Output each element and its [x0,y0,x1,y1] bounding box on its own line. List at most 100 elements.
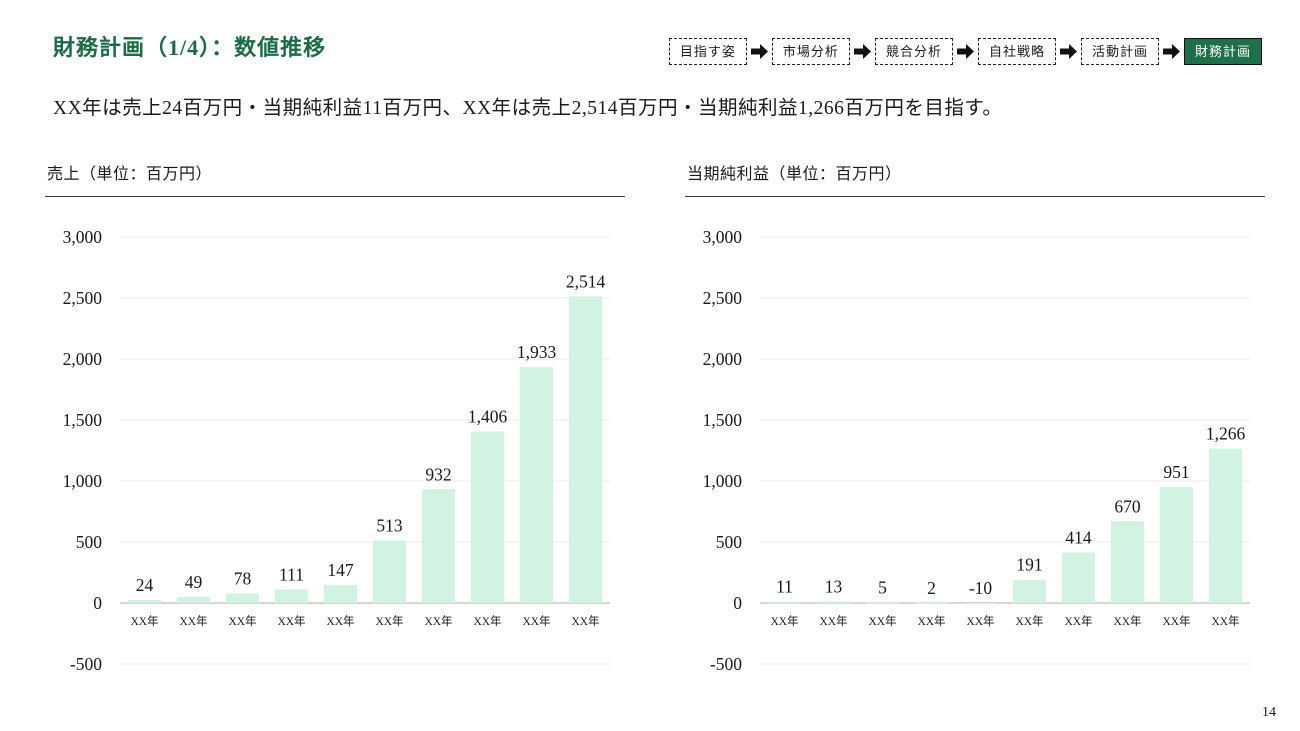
bar-value-label: 13 [825,576,843,596]
bar [422,489,455,603]
x-tick-label: XX年 [571,614,599,628]
bar [275,589,308,603]
x-tick-label: XX年 [1211,614,1239,628]
subtitle: XX年は売上24百万円・当期純利益11百万円、XX年は売上2,514百万円・当期… [53,91,1300,120]
net-profit-chart-title: 当期純利益（単位：百万円） [685,160,1265,197]
page-title: 財務計画（1/4）：数値推移 [53,34,326,63]
page-number: 14 [1262,705,1276,721]
bar-value-label: 932 [425,464,451,484]
x-tick-label: XX年 [130,614,158,628]
x-tick-label: XX年 [228,614,256,628]
nav-step-2: 市場分析 [772,38,850,65]
x-tick-label: XX年 [966,614,994,628]
y-tick-label: 2,000 [63,349,103,369]
bar [866,602,899,603]
y-tick-label: 1,000 [63,471,103,491]
x-tick-label: XX年 [375,614,403,628]
bar [128,600,161,603]
nav-step-1: 目指す姿 [669,38,747,65]
bar [520,367,553,603]
y-tick-label: 3,000 [63,227,103,247]
y-tick-label: 3,000 [703,227,743,247]
bar-value-label: 1,933 [517,342,557,362]
x-tick-label: XX年 [473,614,501,628]
bar-value-label: 951 [1163,462,1189,482]
x-tick-label: XX年 [1113,614,1141,628]
right-arrow-icon [1163,44,1180,59]
bar-value-label: 78 [234,568,252,588]
bar [324,585,357,603]
x-tick-label: XX年 [1015,614,1043,628]
slide: 財務計画（1/4）：数値推移 目指す姿市場分析競合分析自社戦略活動計画財務計画 … [0,0,1300,677]
y-tick-label: 1,000 [703,471,743,491]
bar-value-label: 49 [185,572,203,592]
y-tick-label: 2,500 [703,288,743,308]
bar-value-label: 2,514 [566,271,606,291]
bar-value-label: 24 [136,575,154,595]
bar [817,601,850,603]
bar [177,597,210,603]
bar [1111,521,1144,603]
bar [1209,449,1242,603]
bar [373,540,406,603]
nav-step-3: 競合分析 [875,38,953,65]
sales-chart-title: 売上（単位：百万円） [45,160,625,197]
bar-value-label: 513 [376,515,403,535]
x-tick-label: XX年 [179,614,207,628]
bar [915,603,948,604]
net-profit-bar-chart: 3,000 2,500 2,000 1,500 1,000 500 0 -500 11 XX年 13… [685,197,1265,677]
y-tick-label: 2,500 [63,288,103,308]
bar-value-label: 111 [279,564,304,584]
x-tick-label: XX年 [819,614,847,628]
x-tick-label: XX年 [424,614,452,628]
y-tick-label: 2,000 [703,349,743,369]
bar [471,431,504,603]
right-arrow-icon [957,44,974,59]
bar-value-label: 1,266 [1206,424,1246,444]
x-tick-label: XX年 [770,614,798,628]
bar-value-label: 670 [1114,496,1141,516]
y-tick-label: 500 [716,532,743,552]
right-arrow-icon [854,44,871,59]
bar [964,603,997,604]
x-tick-label: XX年 [277,614,305,628]
y-tick-label: 0 [93,593,102,613]
bar-value-label: 147 [327,560,354,580]
nav-step-5: 活動計画 [1081,38,1159,65]
bar [768,602,801,603]
bar-value-label: 1,406 [468,406,508,426]
right-arrow-icon [1060,44,1077,59]
x-tick-label: XX年 [522,614,550,628]
y-tick-label: 0 [733,593,742,613]
y-tick-label: 1,500 [703,410,743,430]
y-tick-label: 500 [76,532,103,552]
bar-value-label: 2 [927,578,936,598]
x-tick-label: XX年 [868,614,896,628]
bar-value-label: 191 [1016,555,1042,575]
bar [1013,580,1046,603]
process-nav: 目指す姿市場分析競合分析自社戦略活動計画財務計画 [669,38,1262,65]
bar-value-label: -10 [969,578,993,598]
right-arrow-icon [751,44,768,59]
sales-bar-chart: 3,000 2,500 2,000 1,500 1,000 500 0 -500 24 XX年 49… [45,197,625,677]
chart-panel-net-profit: 当期純利益（単位：百万円） 3,000 2,500 2,000 1,500 1,000 5… [685,160,1265,677]
y-tick-label: -500 [70,654,102,674]
charts-row: 売上（単位：百万円） 3,000 2,500 2,000 1,500 1,000 500 0… [45,160,1265,677]
chart-panel-sales: 売上（単位：百万円） 3,000 2,500 2,000 1,500 1,000 500 0… [45,160,625,677]
x-tick-label: XX年 [917,614,945,628]
header: 財務計画（1/4）：数値推移 目指す姿市場分析競合分析自社戦略活動計画財務計画 [0,0,1300,65]
nav-step-4: 自社戦略 [978,38,1056,65]
x-tick-label: XX年 [326,614,354,628]
bar-value-label: 11 [776,577,793,597]
x-tick-label: XX年 [1162,614,1190,628]
bar [1062,552,1095,603]
y-tick-label: 1,500 [63,410,103,430]
x-tick-label: XX年 [1064,614,1092,628]
y-tick-label: -500 [710,654,742,674]
bar-value-label: 5 [878,577,887,597]
nav-step-6: 財務計画 [1184,38,1262,65]
bar [226,593,259,603]
bar [569,296,602,603]
bar [1160,487,1193,603]
bar-value-label: 414 [1065,527,1092,547]
